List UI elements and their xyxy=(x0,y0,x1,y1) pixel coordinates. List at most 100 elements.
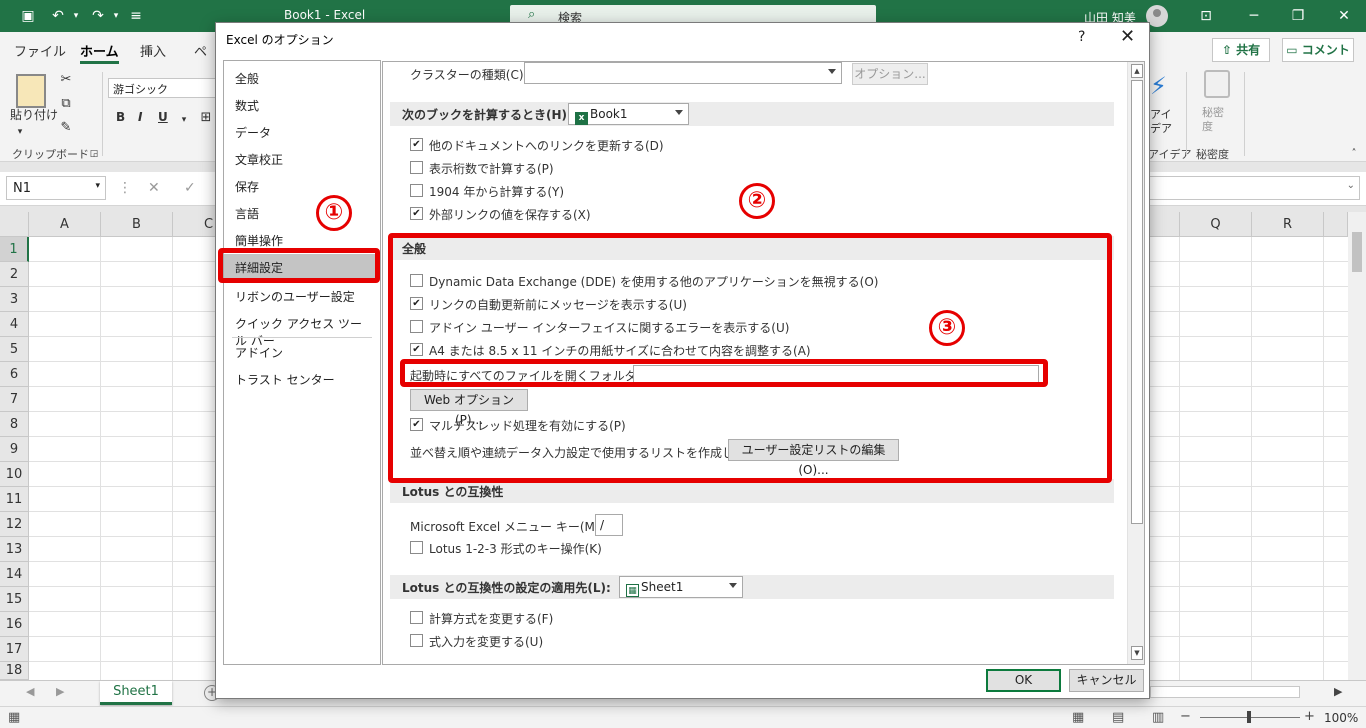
undo-icon[interactable]: ↶ xyxy=(48,6,68,26)
row-header[interactable]: 8 xyxy=(0,412,29,437)
row-header[interactable]: 10 xyxy=(0,462,29,487)
tab-file[interactable]: ファイル xyxy=(14,41,66,60)
nav-item-customize-ribbon[interactable]: リボンのユーザー設定 xyxy=(224,283,380,309)
next-sheet-icon[interactable]: ▶ xyxy=(56,685,64,698)
nav-item-formulas[interactable]: 数式 xyxy=(224,92,380,118)
menu-key-input[interactable]: / xyxy=(595,514,623,536)
zoom-level[interactable]: 100% xyxy=(1324,711,1358,725)
select-all-corner[interactable] xyxy=(0,212,29,237)
border-icon[interactable]: ⊞ xyxy=(198,110,214,126)
underline-button[interactable]: U xyxy=(158,110,168,124)
italic-button[interactable]: I xyxy=(138,110,142,124)
nav-item-data[interactable]: データ xyxy=(224,119,380,145)
column-header[interactable]: B xyxy=(101,212,173,237)
row-header[interactable]: 5 xyxy=(0,337,29,362)
ideas-icon[interactable]: ⚡ xyxy=(1150,72,1167,100)
scroll-thumb[interactable] xyxy=(1352,232,1362,272)
vertical-scrollbar[interactable] xyxy=(1348,212,1366,680)
zoom-in-icon[interactable]: + xyxy=(1304,709,1315,724)
nav-item-language[interactable]: 言語 xyxy=(224,200,380,226)
expand-icon[interactable]: ⌄ xyxy=(1347,180,1355,191)
cluster-options-button[interactable]: オプション... xyxy=(852,63,928,85)
row-header[interactable]: 11 xyxy=(0,487,29,512)
page-layout-view-icon[interactable]: ▤ xyxy=(1112,710,1124,725)
name-box[interactable]: N1 ▾ xyxy=(6,176,106,200)
nav-item-save[interactable]: 保存 xyxy=(224,173,380,199)
paste-icon[interactable] xyxy=(16,74,46,108)
nav-item-general[interactable]: 全般 xyxy=(224,65,380,91)
macro-record-icon[interactable]: ▦ xyxy=(8,710,20,725)
redo-icon[interactable]: ↷ xyxy=(88,6,108,26)
row-header[interactable]: 2 xyxy=(0,262,29,287)
font-name-box[interactable]: 游ゴシック xyxy=(108,78,218,98)
row-header[interactable]: 3 xyxy=(0,287,29,312)
row-header[interactable]: 14 xyxy=(0,562,29,587)
cut-icon[interactable]: ✂ xyxy=(58,72,74,88)
row-header[interactable]: 7 xyxy=(0,387,29,412)
minimize-icon[interactable]: ─ xyxy=(1244,6,1264,26)
sheet-tab[interactable]: Sheet1 xyxy=(100,681,172,705)
normal-view-icon[interactable]: ▦ xyxy=(1072,710,1084,725)
formula-input[interactable]: ⌄ xyxy=(1148,176,1360,200)
row-header[interactable]: 12 xyxy=(0,512,29,537)
checkbox-lotus-keys[interactable] xyxy=(410,541,423,554)
checkbox-update-links[interactable]: ✔ xyxy=(410,138,423,151)
chevron-down-icon[interactable]: ▾ xyxy=(12,124,28,140)
nav-item-addins[interactable]: アドイン xyxy=(224,339,380,365)
cancel-icon[interactable]: ✕ xyxy=(148,180,160,196)
close-icon[interactable]: ✕ xyxy=(1334,6,1354,26)
calc-book-dropdown[interactable]: x Book1 xyxy=(568,103,689,125)
restore-icon[interactable]: ❐ xyxy=(1288,6,1308,26)
share-button[interactable]: ⇧ 共有 xyxy=(1212,38,1270,62)
checkbox-precision-as-displayed[interactable] xyxy=(410,161,423,174)
format-painter-icon[interactable]: ✎ xyxy=(58,120,74,136)
prev-sheet-icon[interactable]: ◀ xyxy=(26,685,34,698)
lotus-sheet-dropdown[interactable]: ▦ Sheet1 xyxy=(619,576,743,598)
column-header[interactable]: A xyxy=(29,212,101,237)
scroll-thumb[interactable] xyxy=(1131,80,1143,524)
customize-toolbar-icon[interactable]: ≡ xyxy=(126,6,146,26)
options-scrollbar[interactable]: ▲ ▼ xyxy=(1127,62,1144,664)
column-header[interactable] xyxy=(1324,212,1348,237)
chevron-down-icon[interactable]: ▾ xyxy=(106,6,126,26)
row-header[interactable]: 18 xyxy=(0,662,29,680)
ok-button[interactable]: OK xyxy=(986,669,1061,692)
ribbon-display-icon[interactable]: ⊡ xyxy=(1196,6,1216,26)
nav-item-quick-access-toolbar[interactable]: クイック アクセス ツール バー xyxy=(224,310,380,348)
help-icon[interactable]: ? xyxy=(1078,29,1085,45)
nav-item-proofing[interactable]: 文章校正 xyxy=(224,146,380,172)
nav-item-trust-center[interactable]: トラスト センター xyxy=(224,366,380,392)
zoom-slider-thumb[interactable] xyxy=(1247,711,1251,723)
row-header[interactable]: 15 xyxy=(0,587,29,612)
row-header[interactable]: 16 xyxy=(0,612,29,637)
zoom-out-icon[interactable]: − xyxy=(1180,709,1191,724)
checkbox-transition-formula-eval[interactable] xyxy=(410,611,423,624)
row-header[interactable]: 6 xyxy=(0,362,29,387)
chevron-down-icon[interactable]: ▾ xyxy=(66,6,86,26)
save-icon[interactable]: ▣ xyxy=(18,6,38,26)
checkbox-1904-date[interactable] xyxy=(410,184,423,197)
chevron-down-icon[interactable]: ▾ xyxy=(176,112,192,128)
row-header[interactable]: 17 xyxy=(0,637,29,662)
ideas-label[interactable]: アイ デア xyxy=(1150,108,1172,136)
scroll-down-icon[interactable]: ▼ xyxy=(1131,646,1143,660)
bold-button[interactable]: B xyxy=(116,110,125,124)
tab-home[interactable]: ホーム xyxy=(80,41,119,64)
row-header[interactable]: 13 xyxy=(0,537,29,562)
chevron-down-icon[interactable]: ▾ xyxy=(95,181,100,191)
column-header[interactable]: R xyxy=(1252,212,1324,237)
tab-page-layout[interactable]: ペ xyxy=(194,41,207,60)
cancel-button[interactable]: キャンセル xyxy=(1069,669,1144,692)
column-header[interactable]: Q xyxy=(1180,212,1252,237)
page-break-view-icon[interactable]: ▥ xyxy=(1152,710,1164,725)
row-header[interactable]: 4 xyxy=(0,312,29,337)
enter-icon[interactable]: ✓ xyxy=(184,180,196,196)
paste-label[interactable]: 貼り付け xyxy=(10,106,58,123)
collapse-ribbon-icon[interactable]: ˄ xyxy=(1346,146,1362,162)
horizontal-scrollbar[interactable] xyxy=(1150,686,1300,698)
close-icon[interactable]: ✕ xyxy=(1120,26,1135,47)
scroll-up-icon[interactable]: ▲ xyxy=(1131,64,1143,78)
row-header[interactable]: 9 xyxy=(0,437,29,462)
checkbox-save-external-links[interactable]: ✔ xyxy=(410,207,423,220)
scroll-right-icon[interactable]: ▶ xyxy=(1334,685,1342,698)
